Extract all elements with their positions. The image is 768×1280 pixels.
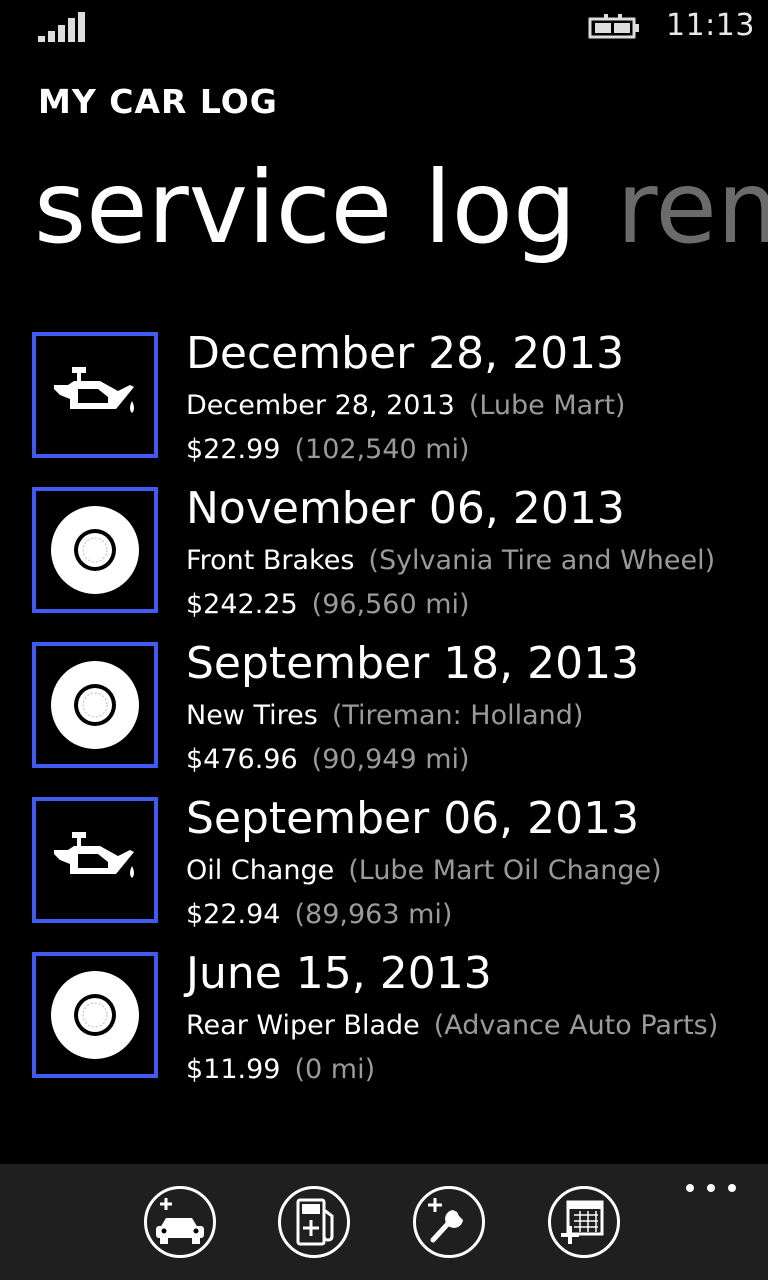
more-options-ellipsis[interactable]: [686, 1176, 736, 1200]
add-fuel-button[interactable]: [278, 1186, 350, 1258]
add-car-icon: [156, 1198, 204, 1244]
service-name: Front Brakes: [186, 545, 355, 576]
service-name: December 28, 2013: [186, 390, 455, 421]
ellipsis-dot: [686, 1184, 694, 1192]
add-reminder-icon: [561, 1200, 604, 1244]
application-bar: [0, 1164, 768, 1280]
service-description: Rear Wiper Blade (Advance Auto Parts): [186, 1008, 718, 1044]
service-shop: (Lube Mart): [468, 390, 626, 421]
service-date: September 18, 2013: [186, 638, 640, 689]
service-shop: (Advance Auto Parts): [433, 1010, 719, 1041]
service-cost: $11.99: [186, 1054, 281, 1085]
service-cost-line: $22.99 (102,540 mi): [186, 432, 470, 468]
pivot-tab-reminders[interactable]: rem: [616, 149, 768, 266]
service-cost-line: $242.25 (96,560 mi): [186, 587, 470, 623]
service-log-list: December 28, 2013 December 28, 2013 (Lube…: [0, 326, 768, 1101]
service-cost: $22.99: [186, 434, 281, 465]
add-service-button[interactable]: [413, 1186, 485, 1258]
service-cost: $476.96: [186, 744, 298, 775]
oil-can-icon: [54, 832, 134, 878]
service-cost-line: $11.99 (0 mi): [186, 1052, 375, 1088]
service-type-tile: [32, 952, 158, 1078]
service-list-item[interactable]: June 15, 2013 Rear Wiper Blade (Advance A…: [0, 946, 768, 1101]
add-reminder-button[interactable]: [548, 1186, 620, 1258]
ellipsis-dot: [728, 1184, 736, 1192]
service-cost: $22.94: [186, 899, 281, 930]
tire-icon: [51, 506, 139, 594]
service-mileage: (89,963 mi): [294, 899, 453, 930]
service-date: June 15, 2013: [186, 948, 492, 999]
status-time: 11:13: [666, 8, 755, 43]
service-shop: (Tireman: Holland): [331, 700, 584, 731]
service-list-item[interactable]: December 28, 2013 December 28, 2013 (Lube…: [0, 326, 768, 481]
service-date: September 06, 2013: [186, 793, 640, 844]
ellipsis-dot: [707, 1184, 715, 1192]
service-type-tile: [32, 332, 158, 458]
service-cost-line: $476.96 (90,949 mi): [186, 742, 470, 778]
service-description: New Tires (Tireman: Holland): [186, 698, 583, 734]
service-name: Rear Wiper Blade: [186, 1010, 420, 1041]
service-description: Oil Change (Lube Mart Oil Change): [186, 853, 662, 889]
oil-can-icon: [54, 367, 134, 413]
pivot-header: service log rem: [34, 138, 768, 278]
signal-strength-icon: [38, 12, 85, 42]
add-fuel-icon: [296, 1198, 334, 1246]
add-service-icon: [428, 1198, 463, 1243]
service-description: December 28, 2013 (Lube Mart): [186, 388, 625, 424]
status-bar: 11:13: [0, 0, 768, 56]
service-date: December 28, 2013: [186, 328, 625, 379]
pivot-tab-service-log[interactable]: service log: [34, 149, 576, 266]
tire-icon: [51, 971, 139, 1059]
service-description: Front Brakes (Sylvania Tire and Wheel): [186, 543, 715, 579]
service-mileage: (90,949 mi): [311, 744, 470, 775]
service-mileage: (0 mi): [294, 1054, 376, 1085]
service-shop: (Lube Mart Oil Change): [348, 855, 662, 886]
service-cost-line: $22.94 (89,963 mi): [186, 897, 452, 933]
add-car-button[interactable]: [144, 1186, 216, 1258]
service-list-item[interactable]: September 18, 2013 New Tires (Tireman: Ho…: [0, 636, 768, 791]
service-mileage: (96,560 mi): [311, 589, 470, 620]
battery-charging-icon: [588, 14, 639, 39]
service-mileage: (102,540 mi): [294, 434, 470, 465]
service-date: November 06, 2013: [186, 483, 625, 534]
service-type-tile: [32, 642, 158, 768]
service-type-tile: [32, 487, 158, 613]
service-type-tile: [32, 797, 158, 923]
service-name: Oil Change: [186, 855, 335, 886]
service-cost: $242.25: [186, 589, 298, 620]
service-name: New Tires: [186, 700, 318, 731]
tire-icon: [51, 661, 139, 749]
service-list-item[interactable]: September 06, 2013 Oil Change (Lube Mart …: [0, 791, 768, 946]
app-title: MY CAR LOG: [38, 82, 278, 121]
service-shop: (Sylvania Tire and Wheel): [368, 545, 716, 576]
service-list-item[interactable]: November 06, 2013 Front Brakes (Sylvania …: [0, 481, 768, 636]
